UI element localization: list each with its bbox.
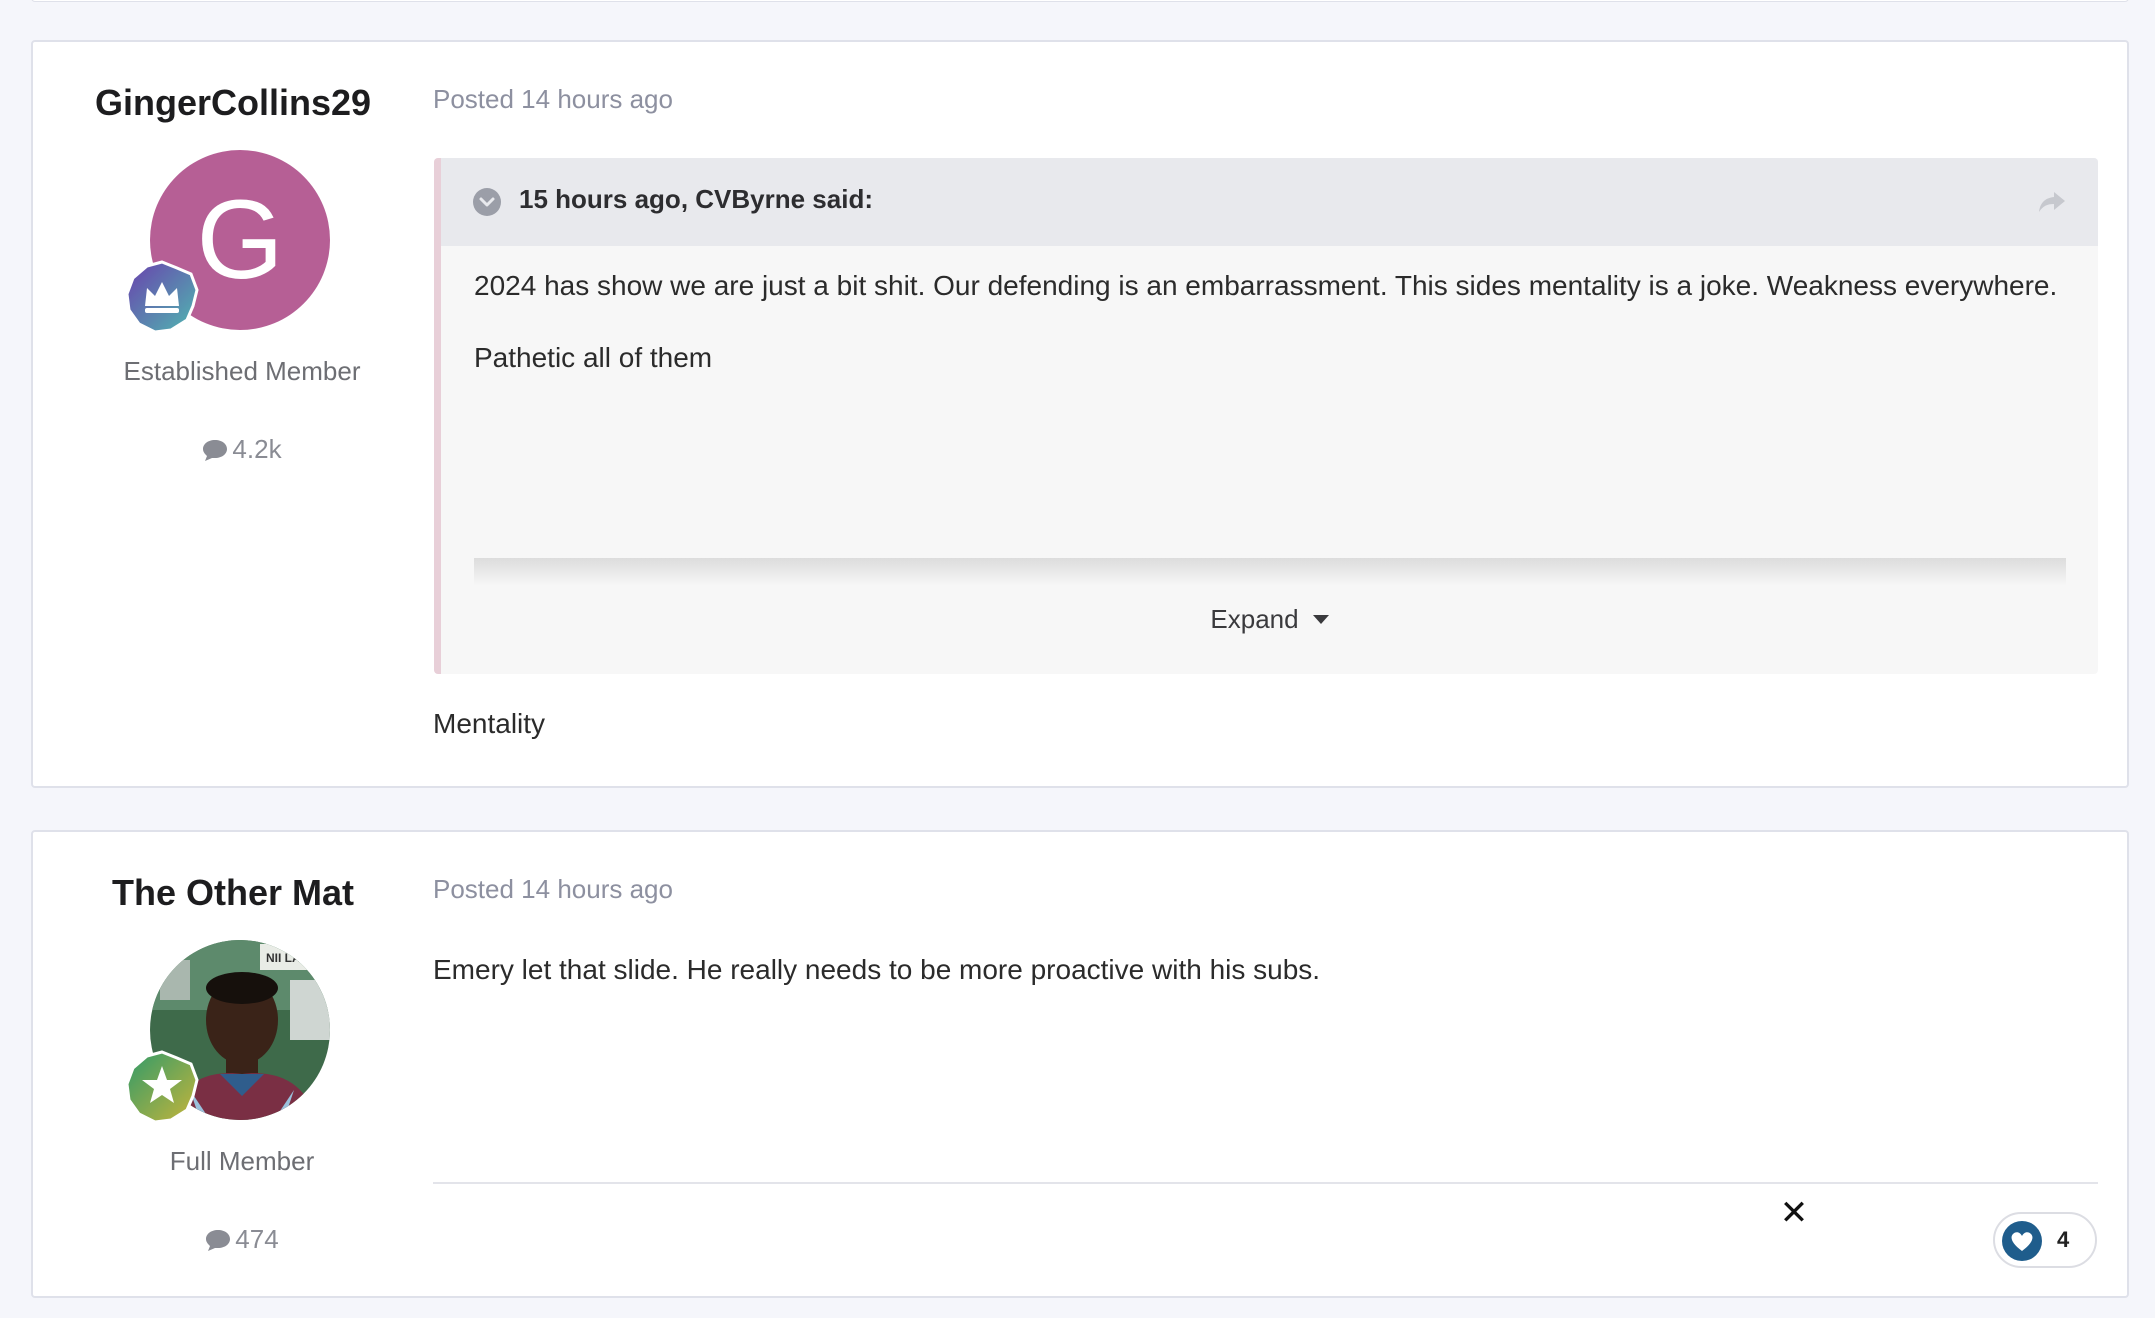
expand-button[interactable]: Expand	[441, 604, 2098, 635]
reaction-count: 4	[2057, 1227, 2070, 1252]
author-panel: GingerCollins29 G Established Member 4.2…	[33, 42, 451, 786]
collapse-toggle-icon[interactable]	[473, 188, 501, 216]
quote-fade-divider	[474, 558, 2066, 586]
post-timestamp[interactable]: Posted 14 hours ago	[433, 874, 673, 905]
comment-icon	[206, 1230, 231, 1251]
reaction-button[interactable]: 4	[1993, 1212, 2097, 1268]
comment-icon	[203, 440, 228, 461]
crown-badge-icon	[125, 260, 199, 334]
expand-label: Expand	[1210, 604, 1299, 634]
post-content: Mentality	[433, 708, 546, 739]
post-count-value: 474	[235, 1224, 279, 1254]
author-name[interactable]: GingerCollins29	[33, 82, 433, 124]
share-arrow-icon[interactable]	[2038, 190, 2066, 214]
author-panel: The Other Mat NII LA Full Member 474	[33, 832, 451, 1296]
close-icon[interactable]: ✕	[1779, 1196, 1809, 1230]
member-title: Full Member	[169, 1146, 315, 1176]
svg-text:NII LA: NII LA	[266, 951, 301, 965]
previous-post-edge	[31, 0, 2129, 2]
quote-citation: 15 hours ago, CVByrne said:	[519, 184, 873, 214]
post-content: Emery let that slide. He really needs to…	[433, 954, 1321, 985]
quote-text-line: Pathetic all of them	[474, 342, 713, 373]
post-footer-divider	[433, 1182, 2098, 1184]
post-count: 474	[33, 1224, 451, 1255]
caret-down-icon	[1312, 615, 1329, 624]
quote-header: 15 hours ago, CVByrne said:	[441, 158, 2098, 246]
forum-post: GingerCollins29 G Established Member 4.2…	[31, 40, 2129, 788]
post-count-value: 4.2k	[232, 434, 282, 464]
post-timestamp[interactable]: Posted 14 hours ago	[433, 84, 673, 115]
post-count: 4.2k	[33, 434, 451, 465]
quote-block: 15 hours ago, CVByrne said: 2024 has sho…	[434, 158, 2098, 674]
quote-text-line: 2024 has show we are just a bit shit. Ou…	[474, 270, 2058, 301]
member-title: Established Member	[123, 356, 361, 386]
author-name[interactable]: The Other Mat	[33, 872, 433, 914]
forum-post: The Other Mat NII LA Full Member 474 Pos…	[31, 830, 2129, 1298]
heart-icon	[2002, 1221, 2042, 1261]
star-badge-icon	[125, 1050, 199, 1124]
